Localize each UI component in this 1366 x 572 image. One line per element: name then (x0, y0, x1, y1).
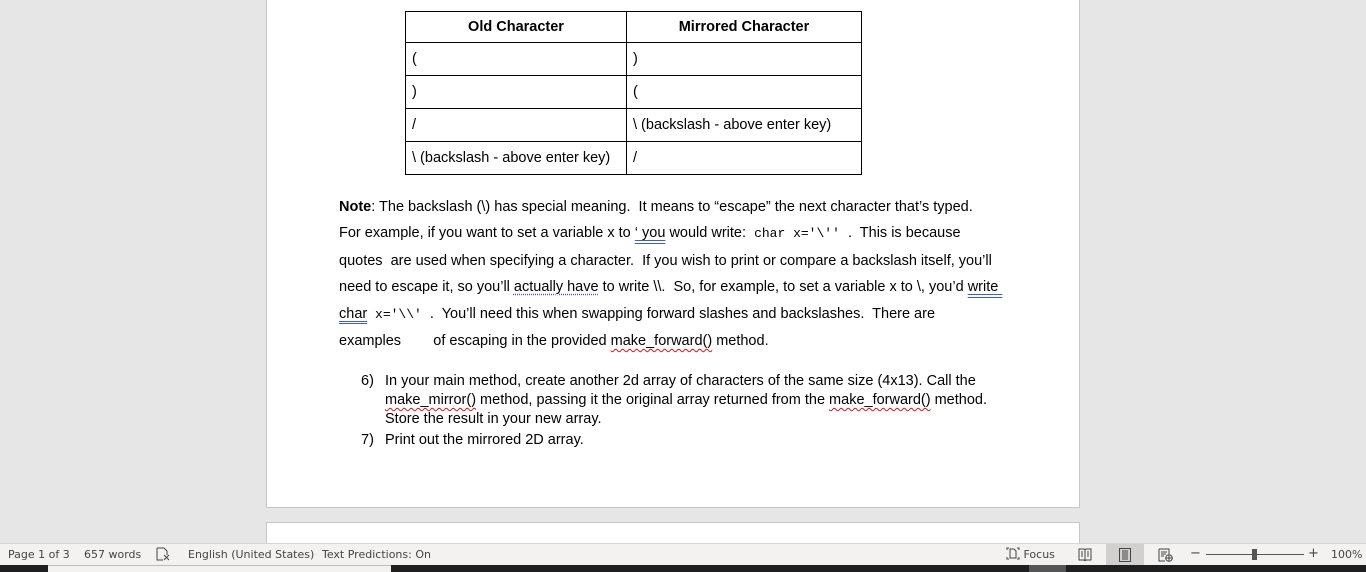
note-line: For example, if you want to set a variab… (339, 220, 1029, 247)
focus-button[interactable]: Focus (1006, 547, 1055, 561)
table-cell: \ (backslash - above enter key) (626, 108, 862, 142)
note-text: examples of escaping in the provided (339, 333, 611, 350)
list-item: 7) Print out the mirrored 2D array. (361, 431, 1001, 450)
spelling-flag[interactable]: make_forward() (829, 392, 931, 408)
read-mode-button[interactable] (1066, 544, 1104, 565)
grammar-flag[interactable]: ‘ you (635, 225, 666, 241)
focus-label: Focus (1023, 548, 1055, 561)
note-text: : The backslash (\) has special meaning.… (371, 199, 973, 215)
spelling-flag[interactable]: make_mirror() (385, 392, 476, 408)
style-flag[interactable]: actually have (514, 279, 599, 295)
note-text: For example, if you want to set a variab… (339, 225, 635, 242)
grammar-flag[interactable]: write (968, 279, 1003, 295)
note-line: char x='\\' . You’ll need this when swap… (339, 301, 1029, 328)
zoom-out-button[interactable]: − (1190, 546, 1201, 561)
note-text: . You’ll need this when swapping forward… (421, 305, 936, 322)
list-number: 7) (361, 431, 374, 448)
taskbar-window-preview[interactable] (48, 565, 391, 572)
note-text: need to escape it, so you’ll (339, 279, 514, 296)
step-text: method, passing it the original array re… (476, 392, 830, 409)
note-paragraph: Note: The backslash (\) has special mean… (339, 194, 1029, 354)
note-text: would write: (665, 225, 755, 242)
zoom-level[interactable]: 100% (1331, 548, 1362, 561)
step-line: Print out the mirrored 2D array. (385, 431, 584, 448)
web-layout-button[interactable] (1146, 544, 1184, 565)
step-text: method. (930, 392, 987, 409)
text-predictions-status[interactable]: Text Predictions: On (322, 548, 431, 561)
zoom-in-button[interactable]: + (1308, 546, 1319, 561)
note-line: quotes are used when specifying a charac… (339, 252, 992, 269)
header-mirrored-character: Mirrored Character (626, 11, 862, 43)
mirror-table: Old Character Mirrored Character ( ) ) (… (405, 11, 862, 175)
table-cell: \ (backslash - above enter key) (405, 141, 627, 175)
focus-icon (1006, 547, 1020, 560)
language-indicator[interactable]: English (United States) (188, 548, 314, 561)
header-old-character: Old Character (405, 11, 627, 43)
web-layout-icon (1158, 548, 1173, 562)
table-cell: ) (405, 75, 627, 109)
list-item: 6) In your main method, create another 2… (361, 372, 1001, 430)
code-snippet: char x='\'' (754, 226, 840, 242)
print-layout-button[interactable] (1106, 544, 1144, 565)
table-cell: ( (405, 42, 627, 76)
step-line: In your main method, create another 2d a… (385, 373, 976, 389)
status-bar: Page 1 of 3 657 words English (United St… (0, 543, 1366, 565)
note-text: method. (712, 333, 769, 350)
taskbar (0, 565, 1366, 572)
spelling-flag[interactable]: make_forward() (611, 333, 713, 349)
grammar-flag[interactable]: char (339, 306, 367, 322)
note-text: . This is because (839, 225, 961, 242)
table-row: ( ) (405, 42, 862, 76)
note-line: examples of escaping in the provided mak… (339, 328, 1029, 354)
read-mode-icon (1078, 548, 1092, 561)
taskbar-active-app[interactable] (1029, 565, 1066, 572)
table-header-row: Old Character Mirrored Character (405, 11, 862, 43)
proofing-icon[interactable] (155, 547, 170, 564)
note-label: Note (339, 199, 372, 215)
step-line: make_mirror() method, passing it the ori… (385, 391, 1001, 410)
note-text: to write \\. So, for example, to set a v… (598, 279, 968, 296)
document-page[interactable]: Old Character Mirrored Character ( ) ) (… (266, 0, 1080, 508)
word-count[interactable]: 657 words (84, 548, 141, 561)
note-line: need to escape it, so you’ll actually ha… (339, 274, 1029, 300)
zoom-slider-thumb[interactable] (1252, 549, 1257, 560)
table-cell: ( (626, 75, 862, 109)
table-row: \ (backslash - above enter key) / (405, 141, 862, 175)
steps-list: 6) In your main method, create another 2… (361, 372, 1001, 451)
code-snippet: x='\\' (367, 306, 422, 322)
table-cell: / (626, 141, 862, 175)
table-cell: / (405, 108, 627, 142)
note-line: Note: The backslash (\) has special mean… (339, 194, 1029, 220)
list-number: 6) (361, 373, 374, 389)
table-cell: ) (626, 42, 862, 76)
table-row: ) ( (405, 75, 862, 109)
table-row: / \ (backslash - above enter key) (405, 108, 862, 142)
print-layout-icon (1119, 547, 1131, 562)
page-count[interactable]: Page 1 of 3 (8, 548, 70, 561)
step-line: Store the result in your new array. (385, 411, 602, 428)
